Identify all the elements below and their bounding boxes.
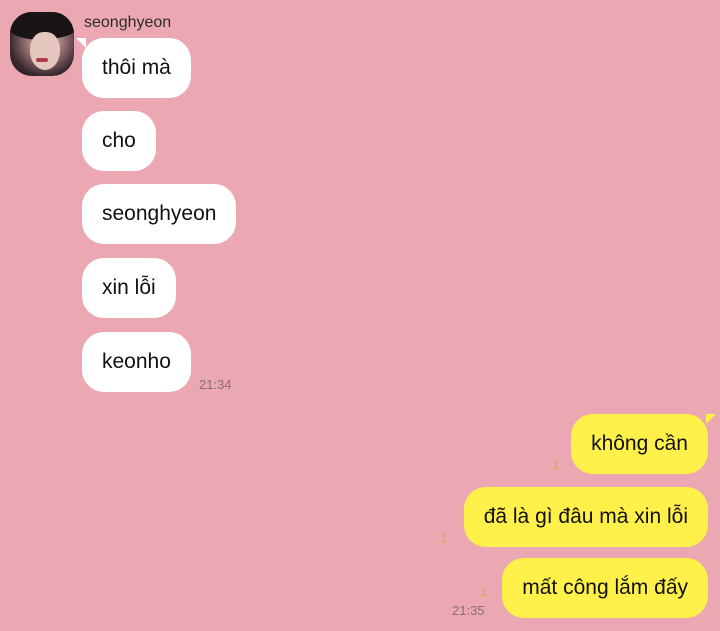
outgoing-message[interactable]: mất công lắm đấy: [502, 558, 708, 618]
outgoing-message[interactable]: không cần: [571, 414, 708, 474]
message-timestamp: 21:35: [452, 603, 485, 618]
sender-name[interactable]: seonghyeon: [84, 14, 171, 32]
unread-count: 1: [440, 531, 447, 545]
unread-count: 1: [552, 458, 559, 472]
incoming-message[interactable]: keonho: [82, 332, 191, 392]
bubble-tail: [706, 414, 716, 424]
outgoing-message[interactable]: đã là gì đâu mà xin lỗi: [463, 487, 708, 547]
avatar[interactable]: [10, 12, 74, 76]
message-timestamp: 21:34: [199, 377, 232, 392]
incoming-message[interactable]: seonghyeon: [82, 184, 237, 244]
avatar-face: [30, 32, 60, 70]
incoming-message[interactable]: xin lỗi: [82, 258, 176, 318]
incoming-message[interactable]: cho: [82, 111, 156, 171]
incoming-message[interactable]: thôi mà: [82, 38, 191, 98]
bubble-tail: [76, 38, 86, 48]
avatar-lips: [36, 58, 48, 62]
unread-count: 1: [480, 585, 487, 599]
